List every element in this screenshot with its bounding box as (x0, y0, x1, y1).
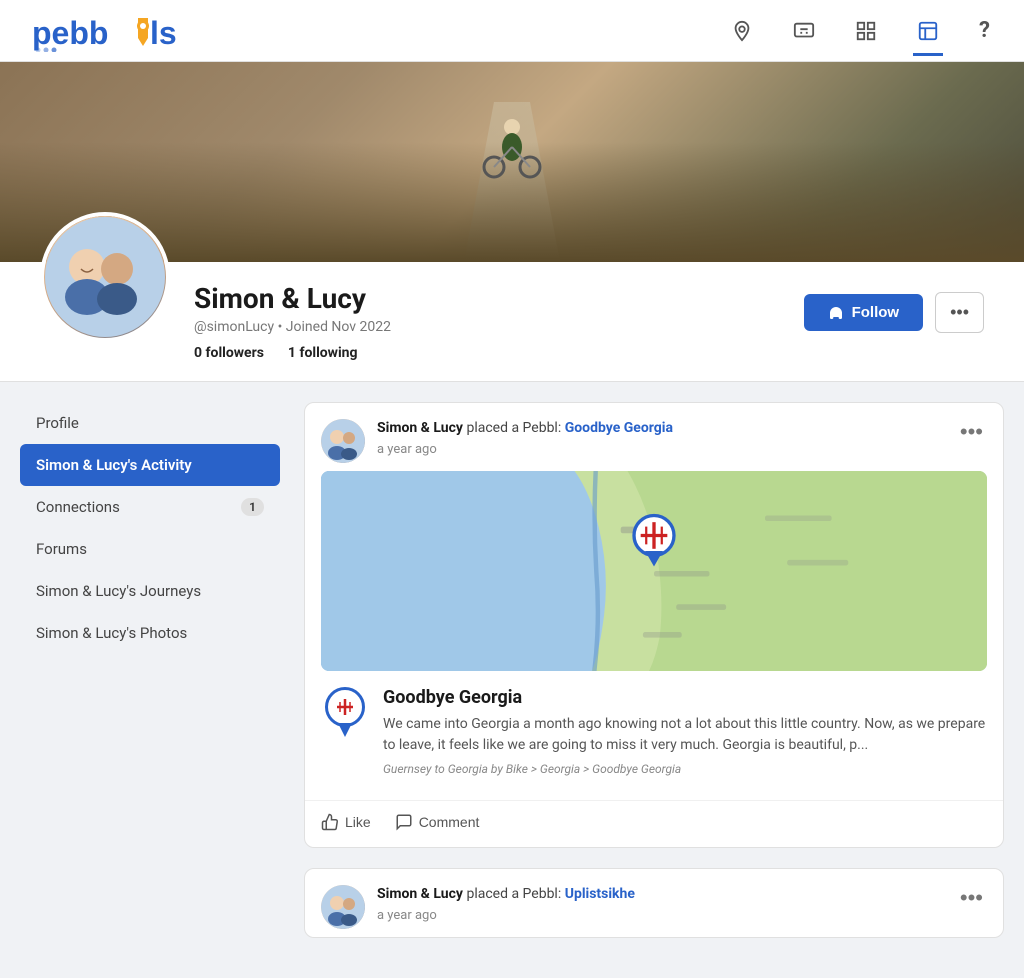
comment-button[interactable]: Comment (395, 809, 480, 835)
card-1-map[interactable] (321, 471, 987, 671)
card-avatar-image (321, 419, 365, 463)
header: pebb ls (0, 0, 1024, 62)
card-2-more-button[interactable]: ••• (956, 885, 987, 911)
follow-button[interactable]: Follow (804, 294, 924, 331)
sidebar-item-forums[interactable]: Forums (20, 528, 280, 570)
card-2-header-left: Simon & Lucy placed a Pebbl: Uplistsikhe… (321, 885, 635, 929)
pebbl-breadcrumb: Guernsey to Georgia by Bike > Georgia > … (383, 762, 987, 776)
logo[interactable]: pebb ls (30, 10, 190, 52)
activity-card-2: Simon & Lucy placed a Pebbl: Uplistsikhe… (304, 868, 1004, 938)
megaphone-icon (828, 305, 844, 321)
pebbl-pin-icon (321, 687, 369, 743)
profile-stats: 0 followers 1 following (194, 345, 780, 361)
avatar-illustration (45, 217, 165, 337)
card-1-time: a year ago (377, 442, 673, 457)
pebbl-pin-head (325, 687, 365, 727)
help-nav-icon[interactable]: ? (975, 14, 994, 47)
like-icon (321, 813, 339, 831)
pebbl-desc: We came into Georgia a month ago knowing… (383, 714, 987, 756)
profile-nav-icon[interactable] (913, 16, 943, 46)
followers-stat: 0 followers (194, 345, 264, 361)
cyclist-illustration (482, 112, 542, 192)
card-1-actions: Like Comment (305, 800, 1003, 847)
card-1-meta: Simon & Lucy placed a Pebbl: Goodbye Geo… (377, 419, 673, 457)
georgia-cross-small (333, 695, 357, 719)
sidebar: Profile Simon & Lucy's Activity Connecti… (20, 402, 280, 958)
sidebar-item-activity[interactable]: Simon & Lucy's Activity (20, 444, 280, 486)
connections-badge: 1 (241, 498, 264, 516)
card-1-header-left: Simon & Lucy placed a Pebbl: Goodbye Geo… (321, 419, 673, 463)
comment-icon (395, 813, 413, 831)
card-1-more-button[interactable]: ••• (956, 419, 987, 445)
card-2-avatar (321, 885, 365, 929)
avatar-wrapper (40, 212, 170, 342)
sidebar-item-connections[interactable]: Connections 1 (20, 486, 280, 528)
map-svg (321, 471, 987, 671)
grid-nav-icon[interactable] (851, 16, 881, 46)
like-button[interactable]: Like (321, 809, 371, 835)
profile-actions: Follow ••• (804, 292, 984, 333)
card-1-pebbl-text: Goodbye Georgia We came into Georgia a m… (383, 687, 987, 776)
profile-details: Simon & Lucy @simonLucy • Joined Nov 202… (194, 272, 780, 361)
card-2-avatar-image (321, 885, 365, 929)
main-container: Profile Simon & Lucy's Activity Connecti… (0, 382, 1024, 978)
card-1-title: Simon & Lucy placed a Pebbl: Goodbye Geo… (377, 419, 673, 439)
card-1-avatar (321, 419, 365, 463)
location-nav-icon[interactable] (727, 16, 757, 46)
card-2-header: Simon & Lucy placed a Pebbl: Uplistsikhe… (305, 869, 1003, 937)
profile-info: Simon & Lucy @simonLucy • Joined Nov 202… (0, 262, 1024, 381)
profile-section: Simon & Lucy @simonLucy • Joined Nov 202… (0, 62, 1024, 382)
card-2-time: a year ago (377, 908, 635, 923)
activity-feed: Simon & Lucy placed a Pebbl: Goodbye Geo… (304, 402, 1004, 958)
card-2-title: Simon & Lucy placed a Pebbl: Uplistsikhe (377, 885, 635, 905)
svg-text:pebb: pebb (32, 15, 108, 51)
profile-name: Simon & Lucy (194, 282, 780, 315)
main-nav: ? (727, 14, 994, 47)
card-1-header: Simon & Lucy placed a Pebbl: Goodbye Geo… (305, 403, 1003, 471)
messages-nav-icon[interactable] (789, 16, 819, 46)
pebbl-title: Goodbye Georgia (383, 687, 987, 708)
card-1-pebbl-info: Goodbye Georgia We came into Georgia a m… (305, 671, 1003, 792)
sidebar-item-photos[interactable]: Simon & Lucy's Photos (20, 612, 280, 654)
profile-username: @simonLucy • Joined Nov 2022 (194, 319, 780, 335)
following-stat: 1 following (288, 345, 358, 361)
svg-text:ls: ls (150, 15, 177, 51)
sidebar-item-profile[interactable]: Profile (20, 402, 280, 444)
more-options-button[interactable]: ••• (935, 292, 984, 333)
help-icon: ? (979, 18, 990, 43)
sidebar-item-journeys[interactable]: Simon & Lucy's Journeys (20, 570, 280, 612)
card-2-meta: Simon & Lucy placed a Pebbl: Uplistsikhe… (377, 885, 635, 923)
activity-card-1: Simon & Lucy placed a Pebbl: Goodbye Geo… (304, 402, 1004, 848)
avatar (40, 212, 170, 342)
